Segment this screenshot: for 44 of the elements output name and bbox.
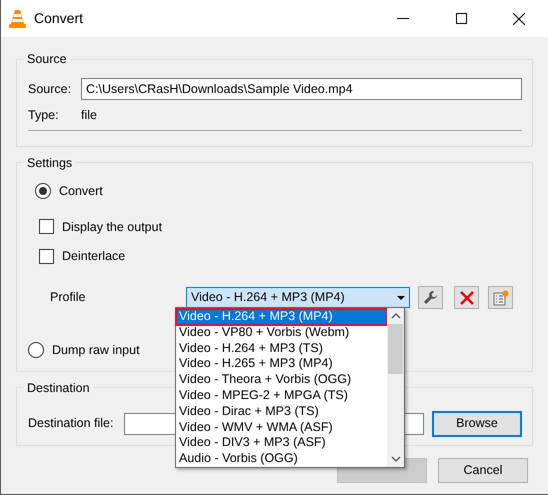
delete-button[interactable]: [454, 286, 479, 309]
dropdown-option[interactable]: Video - H.265 + MP3 (MP4): [176, 356, 387, 372]
wrench-button[interactable]: [418, 286, 443, 309]
field-label: Destination file:: [28, 415, 114, 432]
new-profile-button[interactable]: [488, 286, 513, 309]
dropdown-option[interactable]: Video - Dirac + MP3 (TS): [176, 404, 387, 420]
dropdown-option[interactable]: Video - MPEG-2 + MPGA (TS): [176, 388, 387, 404]
dropdown-option[interactable]: Video - WMV + WMA (ASF): [176, 420, 387, 436]
dropdown-option[interactable]: Video - Theora + Vorbis (OGG): [176, 372, 387, 388]
checkbox[interactable]: [39, 219, 54, 234]
dropdown-option[interactable]: Audio - Vorbis (OGG): [176, 451, 387, 467]
radio-label[interactable]: Dump raw input: [52, 341, 140, 360]
radio-button[interactable]: [35, 183, 51, 200]
checkbox-label[interactable]: Display the output: [62, 218, 162, 236]
group-title: Source: [26, 51, 68, 67]
dropdown-option[interactable]: Video - H.264 + MP3 (TS): [176, 340, 387, 356]
checkbox-label[interactable]: Deinterlace: [62, 247, 126, 266]
dropdown-option[interactable]: Video - VP80 + Vorbis (Webm): [176, 324, 387, 341]
field-label: Type:: [28, 107, 60, 124]
browse-button[interactable]: Browse: [432, 410, 522, 437]
caret-icon: [397, 296, 405, 300]
vlc-cone-icon: [9, 9, 26, 28]
dropdown-list[interactable]: [175, 307, 405, 468]
dialog-button[interactable]: Cancel: [438, 458, 528, 483]
minimize-icon: [397, 18, 409, 20]
radio-label[interactable]: Convert: [59, 182, 103, 200]
source-field[interactable]: C:\Users\CRasH\Downloads\Sample Video.mp4: [81, 78, 522, 100]
list-icon: [492, 290, 509, 306]
field-label: Source:: [28, 80, 72, 98]
profile-dropdown[interactable]: Video - H.264 + MP3 (MP4): [186, 287, 410, 308]
radio-button[interactable]: [28, 342, 44, 358]
group-title: Destination: [26, 380, 91, 396]
dropdown-option[interactable]: Video - H.264 + MP3 (MP4): [176, 309, 387, 325]
group-title: Settings: [26, 154, 74, 171]
field-label: Profile: [50, 289, 86, 306]
dropdown-option[interactable]: Video - DIV3 + MP3 (ASF): [176, 435, 387, 452]
scrollbar[interactable]: [387, 308, 404, 467]
window-title: Convert: [34, 9, 84, 28]
type-value: file: [81, 107, 97, 124]
wrench-icon: [423, 290, 438, 305]
delete-icon: [460, 290, 474, 304]
close-icon: [513, 12, 525, 24]
checkbox[interactable]: [39, 249, 54, 264]
maximize-icon: [456, 13, 466, 24]
